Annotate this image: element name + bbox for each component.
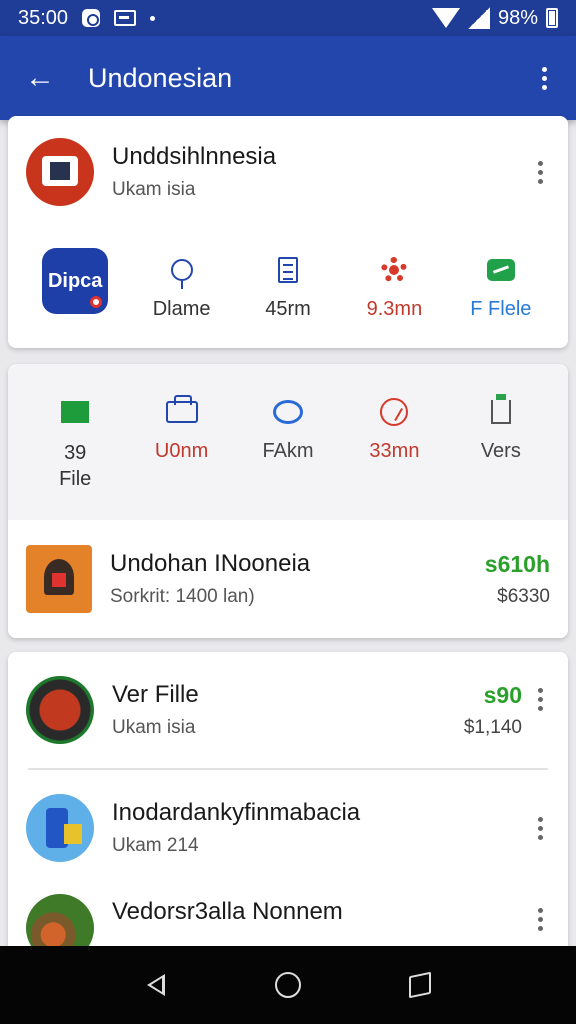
item-subtitle: Ukam isia <box>112 717 196 738</box>
action-file[interactable]: 39 File <box>22 390 128 492</box>
card-files: 39 File U0nm FAkm 33mn Vers Undohan INoo… <box>8 364 568 638</box>
back-arrow-icon[interactable]: ← <box>22 60 58 96</box>
image-icon <box>114 10 137 26</box>
card-list: Ver Fille Ukam isia s90 $1,140 Inodardan… <box>8 652 568 952</box>
list-item[interactable]: Unddsihlnnesia Ukam isia <box>8 116 568 228</box>
price-sub: $6330 <box>497 585 550 607</box>
action-label: U0nm <box>154 440 209 462</box>
kebab-menu-icon[interactable] <box>530 908 550 931</box>
kebab-menu-icon[interactable] <box>530 160 550 184</box>
kebab-menu-icon[interactable] <box>530 816 550 840</box>
nav-recents-icon[interactable] <box>400 965 440 1005</box>
action-u0nm[interactable]: U0nm <box>128 390 234 463</box>
price-main: s90 <box>483 681 522 708</box>
app-avatar <box>26 794 94 862</box>
green-box-icon <box>61 401 90 423</box>
nav-back-icon[interactable] <box>136 965 176 1005</box>
app-logo-icon: Dipca <box>42 248 109 314</box>
action-9-3mn[interactable]: 9.3mn <box>341 248 447 321</box>
price-block: s610h $6330 <box>485 551 550 608</box>
action-45rm[interactable]: 45rm <box>235 248 341 321</box>
folder-icon <box>165 395 198 423</box>
emblem-avatar <box>26 138 94 206</box>
battery-icon <box>546 8 558 28</box>
wifi-icon <box>431 8 460 28</box>
document-icon <box>278 257 299 283</box>
overflow-menu-icon[interactable] <box>534 60 554 96</box>
signal-icon <box>467 7 490 29</box>
green-tag-icon <box>486 259 515 281</box>
card-overview: Unddsihlnnesia Ukam isia Dipca Dlame 45r… <box>8 116 568 348</box>
status-bar: 35:00 98% <box>0 0 576 36</box>
action-label: F Flele <box>470 298 532 320</box>
market-avatar <box>26 894 94 952</box>
item-title: Inodardankyfinmabacia <box>112 799 361 826</box>
item-subtitle: Sorkrit: 1400 lan) <box>110 586 255 607</box>
item-title: Undohan INooneia <box>110 550 311 577</box>
gear-icon <box>381 257 408 283</box>
item-title: Vedorsr3alla Nonnem <box>112 898 343 925</box>
status-time: 35:00 <box>18 6 69 29</box>
kebab-menu-icon[interactable] <box>530 688 550 711</box>
action-label: 33mn <box>369 440 420 462</box>
price-sub: $1,140 <box>463 716 522 738</box>
action-f-flele[interactable]: F Flele <box>448 248 554 321</box>
navigation-bar <box>0 946 576 1024</box>
item-title: Unddsihlnnesia <box>112 143 277 170</box>
app-bar: ← Undonesian <box>0 36 576 120</box>
emblem-avatar <box>26 676 94 744</box>
action-dipca[interactable]: Dipca <box>22 248 128 314</box>
notification-icon <box>82 9 101 27</box>
action-vers[interactable]: Vers <box>448 390 554 463</box>
action-grid: 39 File U0nm FAkm 33mn Vers <box>8 364 568 520</box>
price-block: s90 $1,140 <box>464 682 522 739</box>
flask-icon <box>490 394 511 424</box>
action-grid: Dipca Dlame 45rm 9.3mn F Flele <box>8 228 568 321</box>
list-item[interactable]: Undohan INooneia Sorkrit: 1400 lan) s610… <box>8 520 568 638</box>
action-33mn[interactable]: 33mn <box>341 390 447 463</box>
dot-icon <box>150 15 156 21</box>
list-item[interactable]: Ver Fille Ukam isia s90 $1,140 <box>8 652 568 768</box>
oval-icon <box>273 400 304 424</box>
pin-icon <box>170 259 193 289</box>
action-fakm[interactable]: FAkm <box>235 390 341 463</box>
page-title: Undonesian <box>88 62 233 93</box>
item-title: Ver Fille <box>112 681 199 708</box>
action-label: Vers <box>480 440 521 462</box>
action-dlame[interactable]: Dlame <box>128 248 234 321</box>
item-subtitle: Ukam 214 <box>112 835 199 856</box>
action-label: 9.3mn <box>366 298 423 320</box>
list-item[interactable]: Vedorsr3alla Nonnem <box>8 886 568 952</box>
action-label: Dlame <box>152 298 211 320</box>
price-main: s610h <box>484 550 550 577</box>
list-item[interactable]: Inodardankyfinmabacia Ukam 214 <box>8 770 568 886</box>
action-label: 39 File <box>59 442 92 490</box>
action-label: 45rm <box>265 298 311 320</box>
crest-icon <box>26 545 92 613</box>
item-subtitle: Ukam isia <box>112 179 196 200</box>
red-circle-icon <box>380 398 409 426</box>
battery-level: 98% <box>497 6 538 29</box>
action-label: FAkm <box>262 440 314 462</box>
nav-home-icon[interactable] <box>268 965 308 1005</box>
